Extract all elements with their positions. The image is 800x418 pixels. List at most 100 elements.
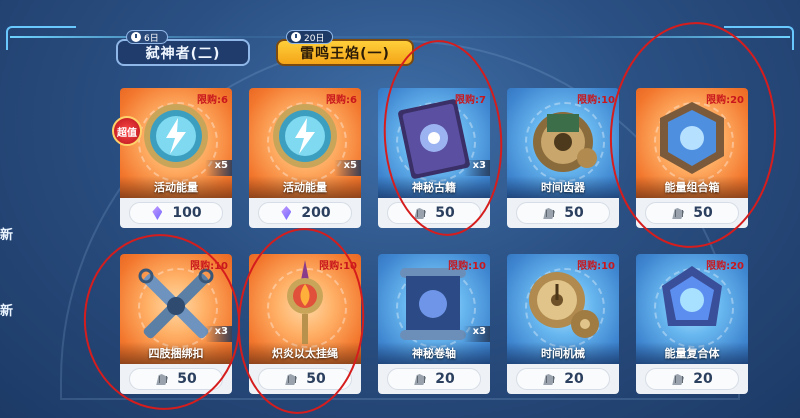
shop-item-card[interactable]: 限购:10 时间机械 20 bbox=[507, 254, 619, 394]
purchase-limit: 限购:10 bbox=[448, 261, 486, 272]
purchase-limit: 限购:20 bbox=[706, 261, 744, 272]
item-image-area: 限购:10 x3 神秘卷轴 bbox=[378, 254, 490, 368]
clock-icon bbox=[131, 32, 141, 42]
shop-item-card[interactable]: 限购:6 x5 活动能量 200 bbox=[249, 88, 361, 228]
buy-button[interactable]: 20 bbox=[387, 368, 481, 390]
shell-icon bbox=[671, 206, 685, 220]
purchase-limit: 限购:10 bbox=[190, 261, 228, 272]
days-badge: 20日 bbox=[286, 30, 334, 44]
item-quantity: x5 bbox=[204, 160, 232, 176]
item-image-area: 限购:6 x5 活动能量 bbox=[120, 88, 232, 202]
item-name-strip: 神秘卷轴 bbox=[378, 342, 490, 364]
price-area: 200 bbox=[249, 198, 361, 228]
item-price: 200 bbox=[301, 205, 331, 221]
crystal-icon bbox=[150, 206, 164, 220]
shop-item-card[interactable]: 限购:10 x3 神秘卷轴 20 bbox=[378, 254, 490, 394]
frame-corner-left bbox=[6, 26, 76, 50]
item-name-strip: 活动能量 bbox=[249, 176, 361, 198]
item-name: 神秘古籍 bbox=[412, 181, 456, 194]
buy-button[interactable]: 50 bbox=[645, 202, 739, 224]
buy-button[interactable]: 100 bbox=[129, 202, 223, 224]
item-quantity: x3 bbox=[462, 160, 490, 176]
purchase-limit: 限购:20 bbox=[706, 95, 744, 106]
item-name-strip: 时间齿器 bbox=[507, 176, 619, 198]
buy-button[interactable]: 50 bbox=[387, 202, 481, 224]
item-name-strip: 神秘古籍 bbox=[378, 176, 490, 198]
frame-corner-right bbox=[724, 26, 794, 50]
shell-icon bbox=[542, 206, 556, 220]
shop-item-card[interactable]: 限购:10 时间齿器 50 bbox=[507, 88, 619, 228]
item-name-strip: 活动能量 bbox=[120, 176, 232, 198]
days-badge: 6日 bbox=[126, 30, 168, 44]
shop-item-card[interactable]: 限购:7 x3 神秘古籍 50 bbox=[378, 88, 490, 228]
item-name: 四肢捆绑扣 bbox=[148, 347, 204, 360]
item-name: 能量组合箱 bbox=[664, 181, 720, 194]
item-name-strip: 时间机械 bbox=[507, 342, 619, 364]
shop-item-card[interactable]: 限购:20 能量组合箱 50 bbox=[636, 88, 748, 228]
purchase-limit: 限购:10 bbox=[319, 261, 357, 272]
price-area: 50 bbox=[378, 198, 490, 228]
shell-icon bbox=[542, 372, 556, 386]
item-name: 神秘卷轴 bbox=[412, 347, 456, 360]
shell-icon bbox=[671, 372, 685, 386]
item-price: 20 bbox=[435, 371, 455, 387]
crystal-icon bbox=[279, 206, 293, 220]
item-image-area: 限购:10 炽炎以太挂绳 bbox=[249, 254, 361, 368]
price-area: 100 bbox=[120, 198, 232, 228]
buy-button[interactable]: 200 bbox=[258, 202, 352, 224]
purchase-limit: 限购:7 bbox=[455, 95, 486, 106]
shop-item-card[interactable]: 限购:20 能量复合体 20 bbox=[636, 254, 748, 394]
item-name-strip: 四肢捆绑扣 bbox=[120, 342, 232, 364]
purchase-limit: 限购:6 bbox=[326, 95, 357, 106]
buy-button[interactable]: 50 bbox=[516, 202, 610, 224]
item-price: 100 bbox=[172, 205, 202, 221]
item-image-area: 限购:20 能量复合体 bbox=[636, 254, 748, 368]
item-name: 能量复合体 bbox=[664, 347, 720, 360]
shop-item-card[interactable]: 限购:10 炽炎以太挂绳 50 bbox=[249, 254, 361, 394]
buy-button[interactable]: 20 bbox=[516, 368, 610, 390]
item-price: 50 bbox=[693, 205, 713, 221]
buy-button[interactable]: 20 bbox=[645, 368, 739, 390]
shell-icon bbox=[155, 372, 169, 386]
price-area: 50 bbox=[249, 364, 361, 394]
tab-thunder-flame[interactable]: 雷鸣王焰(一) 20日 bbox=[276, 30, 414, 68]
shop-item-card[interactable]: 限购:10 x3 四肢捆绑扣 50 bbox=[120, 254, 232, 394]
item-price: 20 bbox=[564, 371, 584, 387]
item-name: 活动能量 bbox=[283, 181, 327, 194]
purchase-limit: 限购:10 bbox=[577, 261, 615, 272]
item-price: 50 bbox=[177, 371, 197, 387]
item-image-area: 限购:10 时间齿器 bbox=[507, 88, 619, 202]
shell-icon bbox=[413, 206, 427, 220]
edge-text: 新 bbox=[0, 304, 14, 319]
item-name: 时间机械 bbox=[541, 347, 585, 360]
shell-icon bbox=[284, 372, 298, 386]
value-badge: 超值 bbox=[112, 116, 142, 146]
item-name-strip: 能量组合箱 bbox=[636, 176, 748, 198]
item-image-area: 限购:7 x3 神秘古籍 bbox=[378, 88, 490, 202]
item-image-area: 限购:20 能量组合箱 bbox=[636, 88, 748, 202]
shell-icon bbox=[413, 372, 427, 386]
item-name-strip: 炽炎以太挂绳 bbox=[249, 342, 361, 364]
item-name-strip: 能量复合体 bbox=[636, 342, 748, 364]
shop-item-card[interactable]: 限购:6 x5 活动能量 100 超值 bbox=[112, 88, 232, 228]
item-quantity: x3 bbox=[462, 326, 490, 342]
item-name: 时间齿器 bbox=[541, 181, 585, 194]
purchase-limit: 限购:10 bbox=[577, 95, 615, 106]
clock-icon bbox=[291, 32, 301, 42]
item-price: 50 bbox=[306, 371, 326, 387]
buy-button[interactable]: 50 bbox=[129, 368, 223, 390]
tab-godslayer[interactable]: 弑神者(二) 6日 bbox=[116, 30, 250, 68]
price-area: 20 bbox=[507, 364, 619, 394]
purchase-limit: 限购:6 bbox=[197, 95, 228, 106]
item-price: 20 bbox=[693, 371, 713, 387]
item-quantity: x5 bbox=[333, 160, 361, 176]
item-price: 50 bbox=[564, 205, 584, 221]
item-image-area: 限购:10 时间机械 bbox=[507, 254, 619, 368]
item-price: 50 bbox=[435, 205, 455, 221]
price-area: 50 bbox=[636, 198, 748, 228]
item-image-area: 限购:10 x3 四肢捆绑扣 bbox=[120, 254, 232, 368]
edge-text: 新 bbox=[0, 228, 14, 243]
buy-button[interactable]: 50 bbox=[258, 368, 352, 390]
price-area: 20 bbox=[636, 364, 748, 394]
item-quantity: x3 bbox=[204, 326, 232, 342]
